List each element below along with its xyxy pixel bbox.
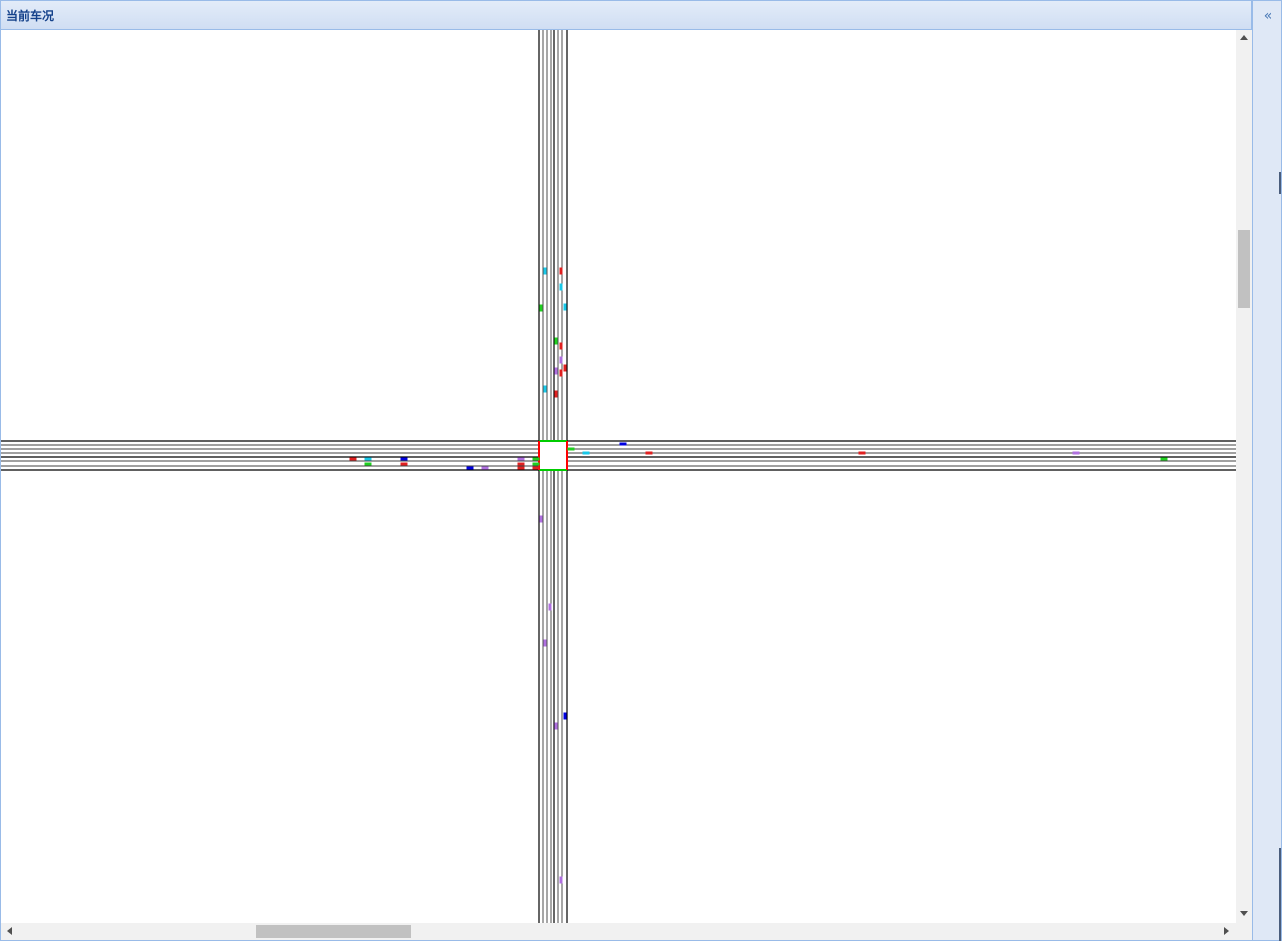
vehicle-north: [559, 356, 563, 364]
vehicle-east: [858, 451, 866, 455]
vehicle-west: [517, 462, 525, 466]
vehicle-south: [563, 712, 567, 720]
traffic-map-viewport[interactable]: [1, 30, 1236, 923]
vehicle-north: [559, 342, 563, 350]
scroll-right-arrow-icon[interactable]: [1224, 927, 1229, 935]
vehicle-south: [539, 515, 543, 523]
vehicle-north: [563, 364, 567, 372]
traffic-panel: 当前车况: [0, 0, 1252, 941]
vehicle-east: [567, 447, 575, 451]
window-edge-mark: [1279, 848, 1281, 941]
double-chevron-left-icon[interactable]: «: [1260, 8, 1276, 24]
vehicle-west: [466, 466, 474, 470]
vehicle-south: [554, 722, 558, 730]
vehicle-north: [543, 385, 547, 393]
panel-title: 当前车况: [6, 9, 55, 23]
intersection: [538, 440, 568, 471]
vehicle-south: [559, 876, 563, 884]
vehicle-west: [364, 457, 372, 461]
window-edge-mark: [1279, 172, 1281, 194]
vehicle-east: [1072, 451, 1080, 455]
vehicle-west: [532, 457, 540, 461]
scroll-left-arrow-icon[interactable]: [7, 927, 12, 935]
vehicle-north: [559, 267, 563, 275]
vehicle-north: [543, 267, 547, 275]
vehicle-west: [400, 457, 408, 461]
vehicle-east: [582, 451, 590, 455]
vehicle-east: [645, 451, 653, 455]
east-panel-body: «: [1253, 1, 1281, 942]
scroll-down-arrow-icon[interactable]: [1240, 911, 1248, 916]
vehicle-north: [563, 303, 567, 311]
vehicle-south: [548, 603, 552, 611]
vehicle-north: [559, 283, 563, 291]
traffic-map: [1, 30, 1236, 923]
horizontal-scroll-thumb[interactable]: [256, 925, 411, 938]
scroll-up-arrow-icon[interactable]: [1240, 35, 1248, 40]
vehicle-south: [543, 639, 547, 647]
vehicle-north: [554, 367, 558, 375]
vehicle-west: [349, 457, 357, 461]
vehicle-west: [532, 462, 540, 466]
vehicle-west: [481, 466, 489, 470]
vehicle-north: [559, 369, 563, 377]
intersection-box: [539, 441, 567, 470]
vehicle-east: [619, 442, 627, 446]
horizontal-scrollbar[interactable]: [1, 923, 1236, 940]
vehicle-north: [554, 337, 558, 345]
scrollbar-corner: [1236, 923, 1252, 940]
vehicle-north: [539, 304, 543, 312]
vehicle-west: [400, 462, 408, 466]
vehicle-west: [364, 462, 372, 466]
vertical-scroll-thumb[interactable]: [1238, 229, 1250, 308]
vehicle-north: [554, 390, 558, 398]
vehicle-west: [517, 457, 525, 461]
vehicle-west: [517, 466, 525, 470]
road-network: [1, 30, 1236, 923]
panel-header: 当前车况: [1, 1, 1251, 30]
east-collapsed-panel: «: [1252, 0, 1282, 941]
vehicle-west: [532, 466, 540, 470]
vehicle-east: [1160, 457, 1168, 461]
vehicle-layer: [349, 267, 1168, 884]
vertical-scrollbar[interactable]: [1236, 30, 1252, 923]
